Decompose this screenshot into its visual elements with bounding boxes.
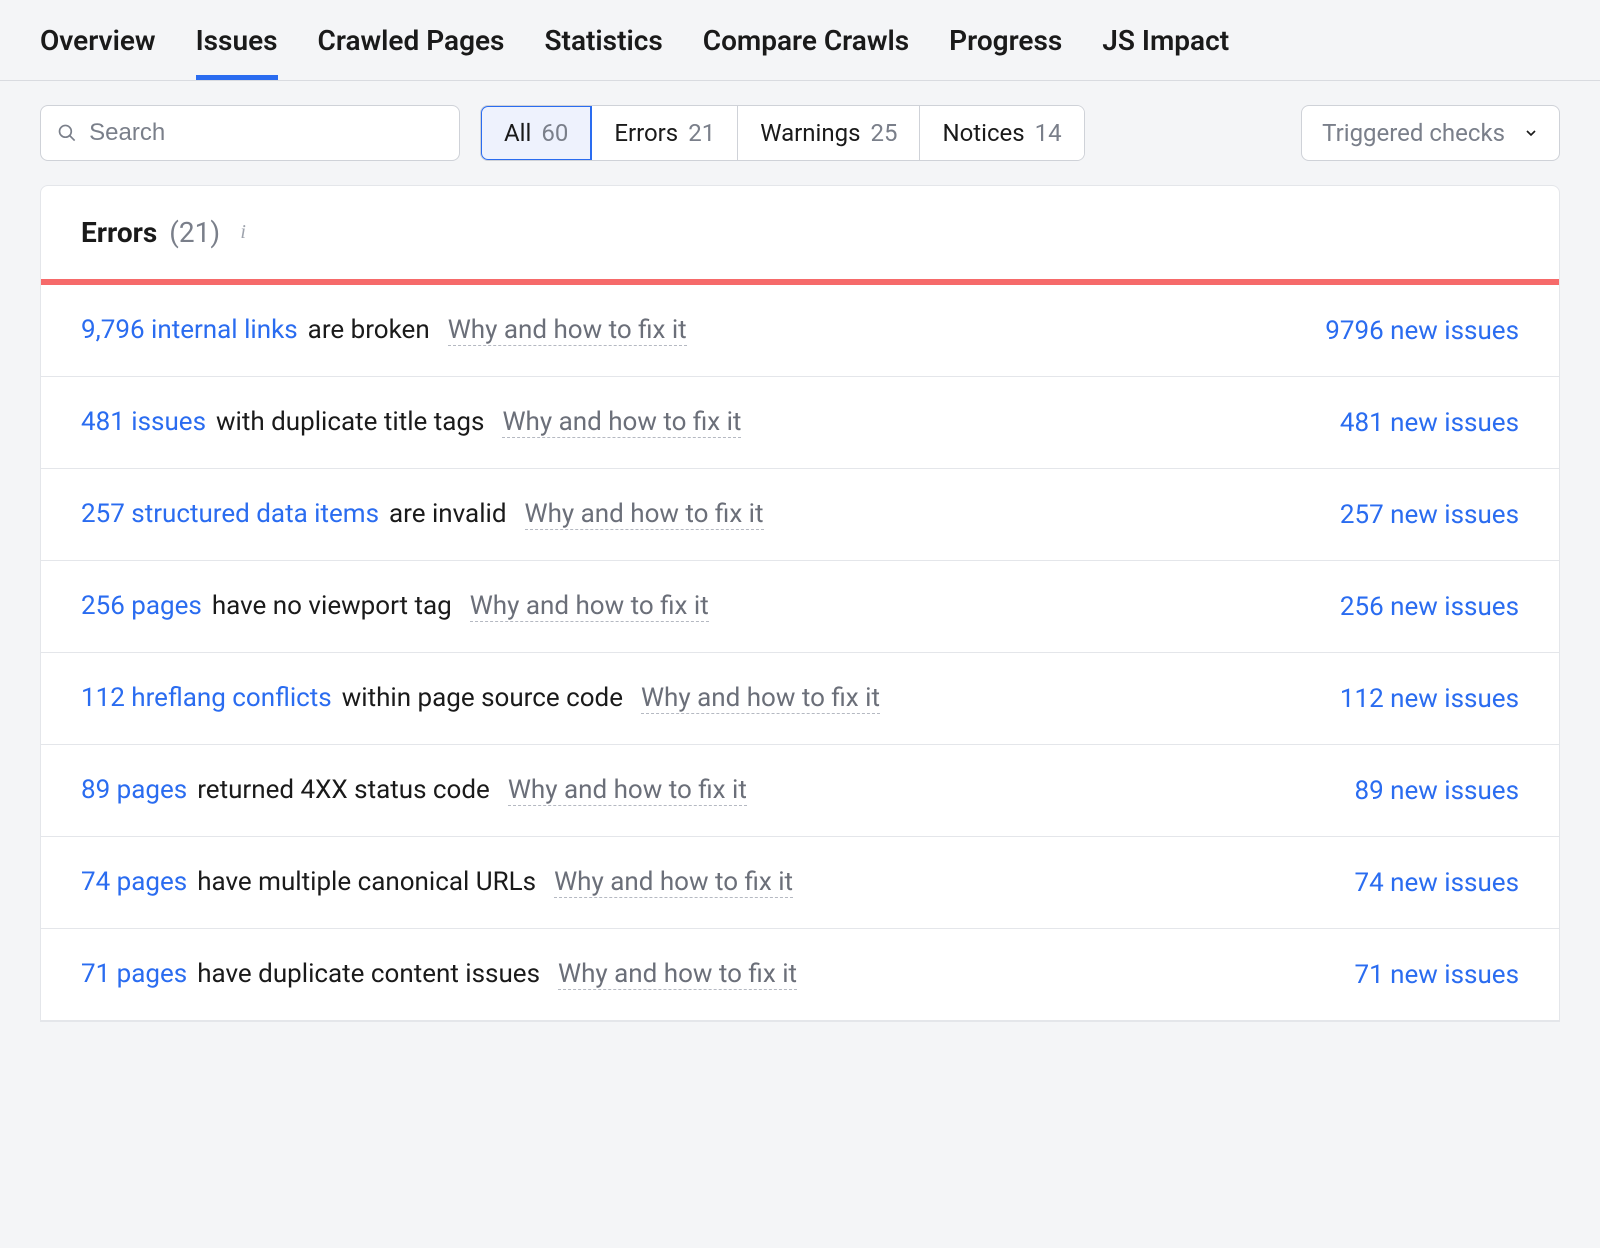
- new-issues-link[interactable]: 481 new issues: [1340, 408, 1519, 438]
- issues-list: 9,796 internal links are broken Why and ho…: [41, 285, 1559, 1021]
- issue-row: 74 pages have multiple canonical URLs Why …: [41, 837, 1559, 929]
- new-issues-link[interactable]: 71 new issues: [1354, 960, 1519, 990]
- why-and-how-link[interactable]: Why and how to fix it: [448, 315, 687, 346]
- tab-statistics[interactable]: Statistics: [544, 24, 662, 80]
- new-issues-link[interactable]: 89 new issues: [1354, 776, 1519, 806]
- issue-link[interactable]: 257 structured data items: [81, 499, 379, 529]
- issue-left: 9,796 internal links are broken Why and ho…: [81, 315, 687, 346]
- filter-errors[interactable]: Errors 21: [592, 106, 738, 160]
- search-input[interactable]: [89, 119, 443, 147]
- why-and-how-link[interactable]: Why and how to fix it: [554, 867, 793, 898]
- issue-description: with duplicate title tags: [216, 407, 484, 437]
- issue-row: 257 structured data items are invalid Why …: [41, 469, 1559, 561]
- search-box[interactable]: [40, 105, 460, 161]
- issue-description: are broken: [308, 315, 430, 345]
- issue-row: 9,796 internal links are broken Why and ho…: [41, 285, 1559, 377]
- issue-row: 89 pages returned 4XX status code Why and …: [41, 745, 1559, 837]
- issue-left: 257 structured data items are invalid Why …: [81, 499, 764, 530]
- panel-title: Errors: [81, 216, 157, 249]
- new-issues-link[interactable]: 74 new issues: [1354, 868, 1519, 898]
- filter-warnings[interactable]: Warnings 25: [738, 106, 920, 160]
- why-and-how-link[interactable]: Why and how to fix it: [641, 683, 880, 714]
- filter-notices[interactable]: Notices 14: [920, 106, 1083, 160]
- issue-description: returned 4XX status code: [197, 775, 490, 805]
- new-issues-link[interactable]: 256 new issues: [1340, 592, 1519, 622]
- panel-header: Errors (21) i: [41, 186, 1559, 279]
- filter-count: 60: [541, 119, 568, 147]
- issue-description: have duplicate content issues: [197, 959, 540, 989]
- issue-description: within page source code: [342, 683, 623, 713]
- new-issues-link[interactable]: 112 new issues: [1340, 684, 1519, 714]
- tab-compare-crawls[interactable]: Compare Crawls: [703, 24, 909, 80]
- filter-count: 25: [871, 119, 898, 147]
- chevron-down-icon: [1523, 125, 1539, 141]
- issue-left: 71 pages have duplicate content issues Why…: [81, 959, 797, 990]
- issue-description: have multiple canonical URLs: [197, 867, 536, 897]
- errors-panel: Errors (21) i 9,796 internal links are br…: [40, 185, 1560, 1022]
- issue-link[interactable]: 89 pages: [81, 775, 187, 805]
- issue-link[interactable]: 481 issues: [81, 407, 206, 437]
- filter-label: Notices: [942, 119, 1024, 147]
- issue-link[interactable]: 9,796 internal links: [81, 315, 298, 345]
- issue-description: have no viewport tag: [212, 591, 452, 621]
- new-issues-link[interactable]: 257 new issues: [1340, 500, 1519, 530]
- issue-link[interactable]: 256 pages: [81, 591, 202, 621]
- issue-left: 481 issues with duplicate title tags Why a…: [81, 407, 741, 438]
- issue-row: 112 hreflang conflicts within page source…: [41, 653, 1559, 745]
- issue-link[interactable]: 74 pages: [81, 867, 187, 897]
- new-issues-link[interactable]: 9796 new issues: [1325, 316, 1519, 346]
- why-and-how-link[interactable]: Why and how to fix it: [508, 775, 747, 806]
- tab-overview[interactable]: Overview: [40, 24, 156, 80]
- issue-link[interactable]: 112 hreflang conflicts: [81, 683, 332, 713]
- tabs-bar: Overview Issues Crawled Pages Statistics Com…: [0, 0, 1600, 81]
- tab-crawled-pages[interactable]: Crawled Pages: [318, 24, 505, 80]
- issue-row: 256 pages have no viewport tag Why and how…: [41, 561, 1559, 653]
- dropdown-label: Triggered checks: [1322, 119, 1505, 147]
- info-icon[interactable]: i: [232, 222, 254, 244]
- issue-left: 256 pages have no viewport tag Why and how…: [81, 591, 709, 622]
- issue-left: 112 hreflang conflicts within page source…: [81, 683, 880, 714]
- filter-label: Warnings: [760, 119, 860, 147]
- issue-row: 481 issues with duplicate title tags Why a…: [41, 377, 1559, 469]
- tab-js-impact[interactable]: JS Impact: [1102, 24, 1229, 80]
- triggered-checks-dropdown[interactable]: Triggered checks: [1301, 105, 1560, 161]
- issue-link[interactable]: 71 pages: [81, 959, 187, 989]
- panel-count: (21): [169, 216, 220, 249]
- why-and-how-link[interactable]: Why and how to fix it: [525, 499, 764, 530]
- issue-description: are invalid: [389, 499, 506, 529]
- filter-count: 21: [688, 119, 715, 147]
- search-icon: [57, 122, 77, 144]
- filter-group: All 60 Errors 21 Warnings 25 Notices 14: [480, 105, 1085, 161]
- filter-label: All: [504, 119, 531, 147]
- issue-left: 74 pages have multiple canonical URLs Why …: [81, 867, 793, 898]
- tab-issues[interactable]: Issues: [196, 24, 278, 80]
- tab-progress[interactable]: Progress: [949, 24, 1062, 80]
- why-and-how-link[interactable]: Why and how to fix it: [470, 591, 709, 622]
- filter-count: 14: [1035, 119, 1062, 147]
- controls-row: All 60 Errors 21 Warnings 25 Notices 14 Trigger…: [0, 81, 1600, 185]
- issue-row: 71 pages have duplicate content issues Why…: [41, 929, 1559, 1021]
- issue-left: 89 pages returned 4XX status code Why and …: [81, 775, 747, 806]
- filter-all[interactable]: All 60: [480, 105, 592, 161]
- why-and-how-link[interactable]: Why and how to fix it: [502, 407, 741, 438]
- filter-label: Errors: [614, 119, 678, 147]
- why-and-how-link[interactable]: Why and how to fix it: [558, 959, 797, 990]
